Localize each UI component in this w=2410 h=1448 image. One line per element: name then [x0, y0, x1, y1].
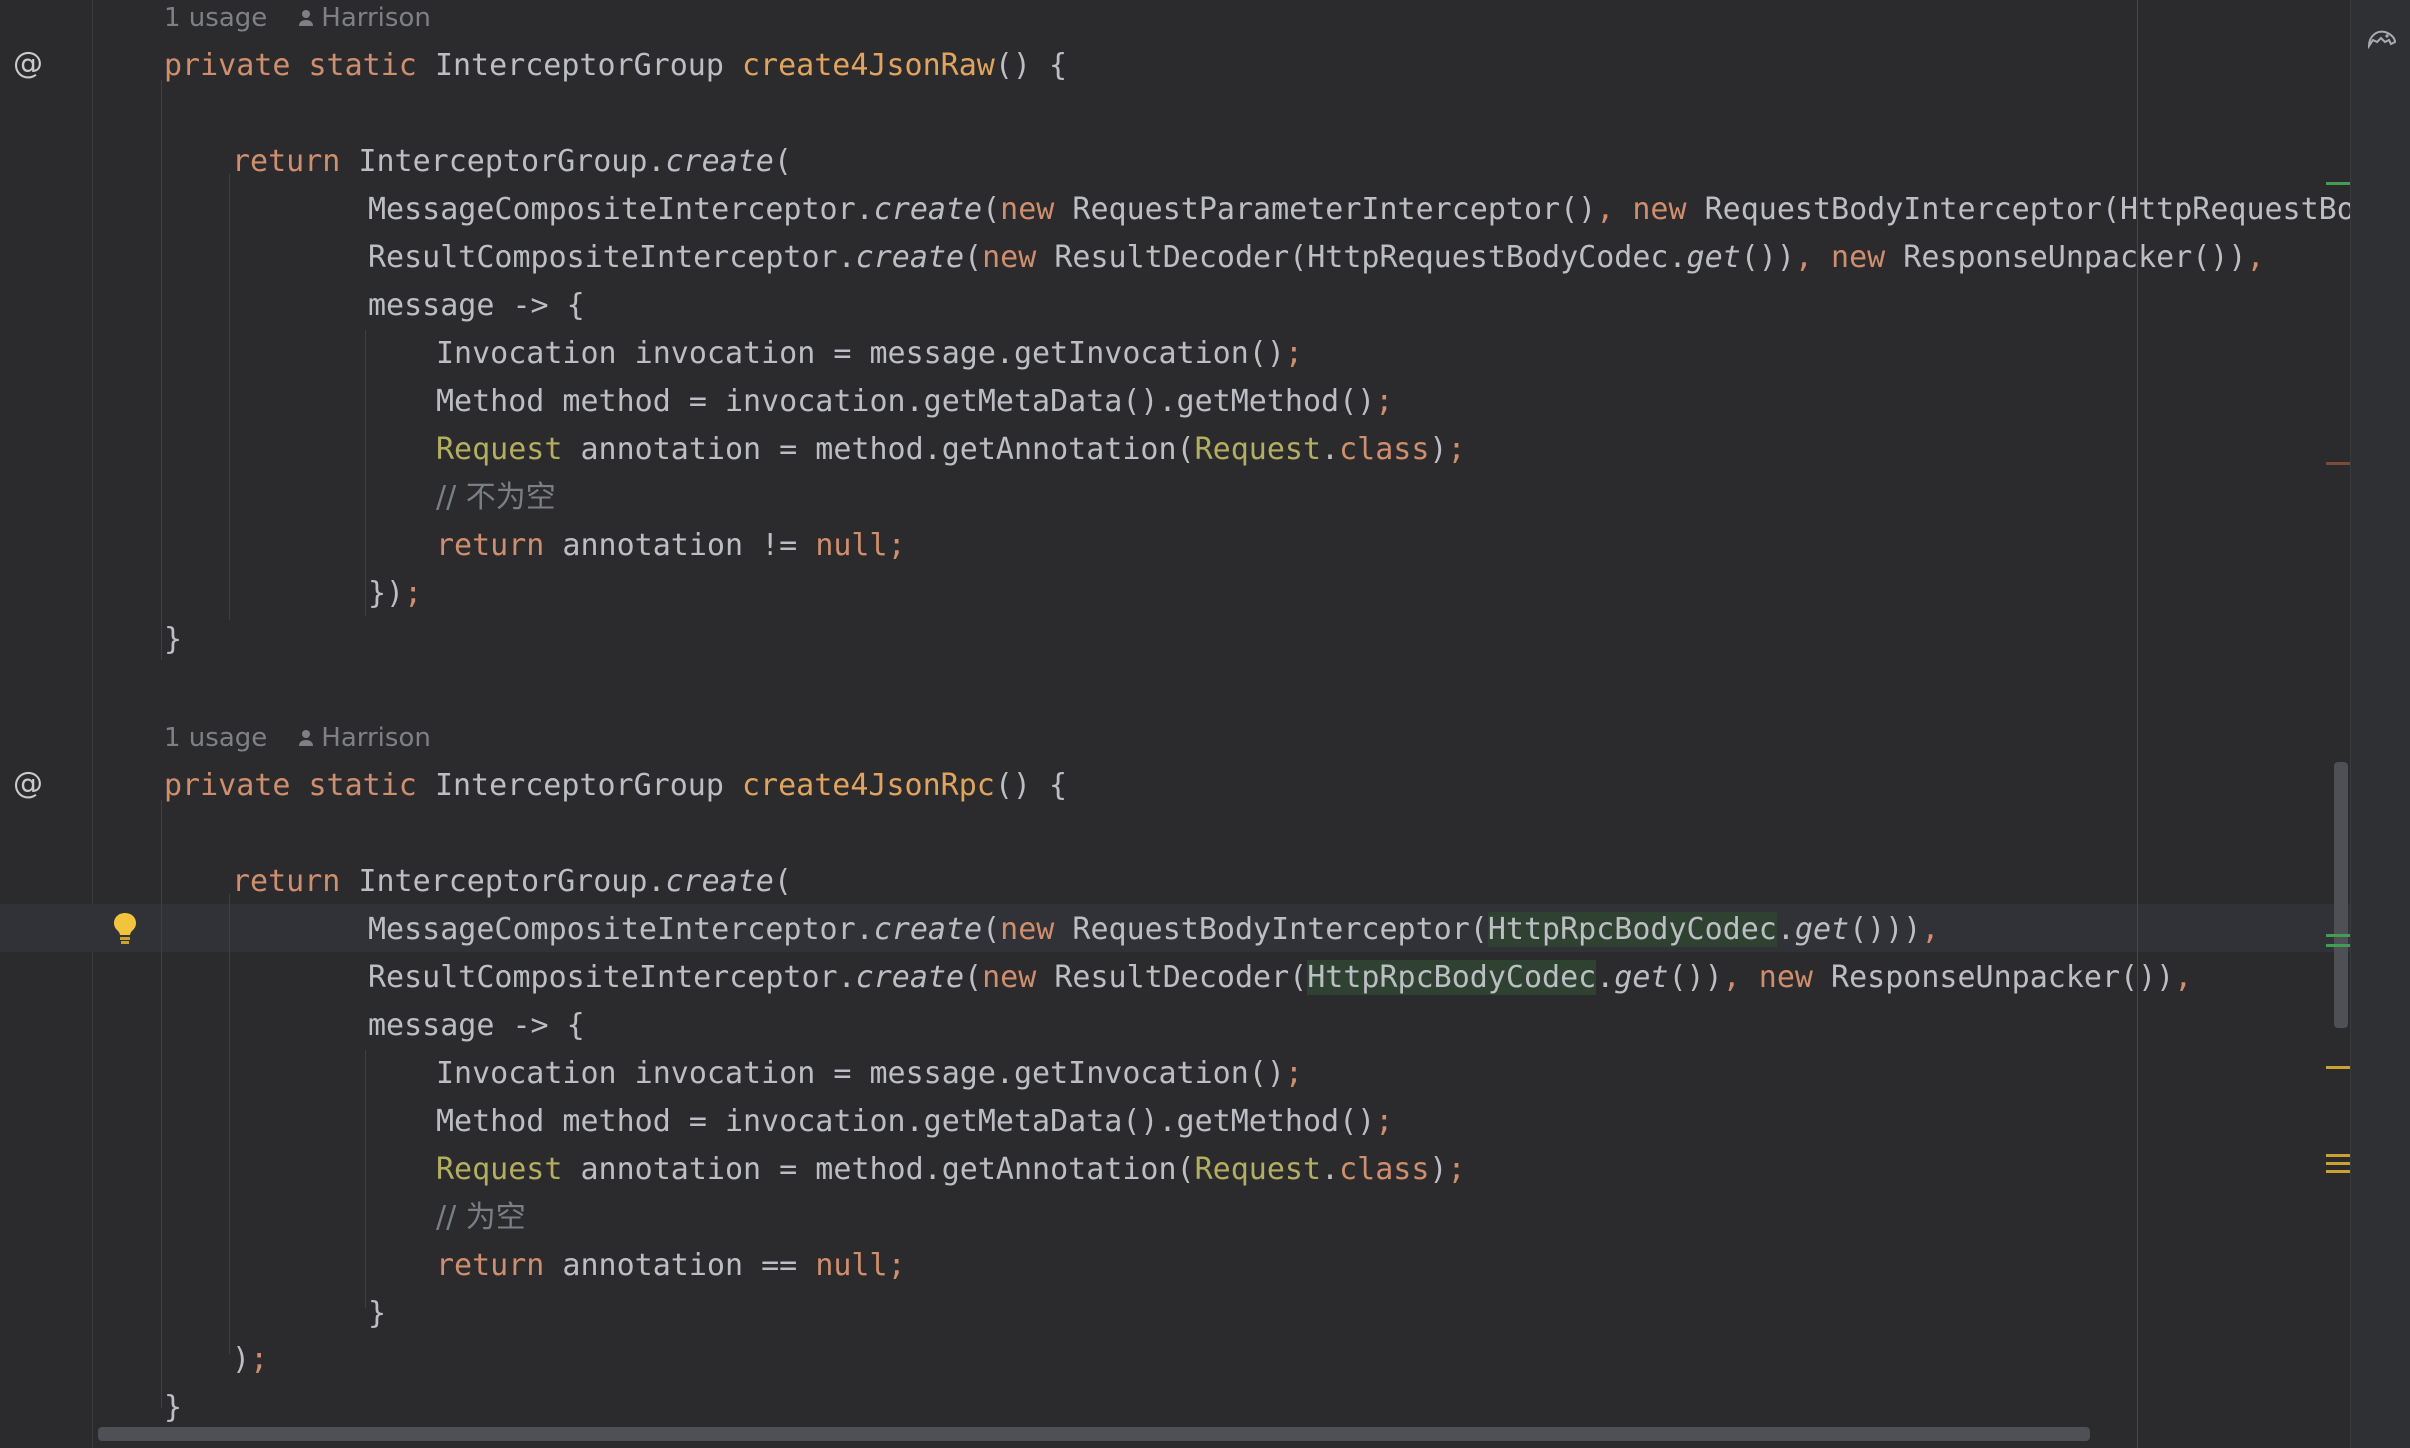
user-icon — [299, 730, 314, 746]
code-vision-hint[interactable]: 1 usage Harrison — [164, 0, 431, 36]
override-at-icon[interactable]: @ — [10, 766, 46, 802]
indent-guide — [229, 174, 230, 620]
code-line[interactable]: private static InterceptorGroup create4J… — [164, 42, 1067, 90]
code-line[interactable]: Request annotation = method.getAnnotatio… — [436, 1146, 1466, 1194]
code-vision-hint[interactable]: 1 usage Harrison — [164, 720, 431, 756]
code-line[interactable]: } — [164, 1384, 182, 1432]
vertical-scrollbar[interactable] — [2334, 762, 2348, 1028]
warning-marker[interactable] — [2326, 462, 2352, 465]
indent-guide — [365, 330, 366, 616]
warning-marker[interactable] — [2326, 1154, 2352, 1157]
warning-marker[interactable] — [2326, 1066, 2352, 1069]
code-line[interactable]: return annotation != null; — [436, 522, 906, 570]
code-line[interactable]: }); — [368, 570, 422, 618]
code-line[interactable]: Request annotation = method.getAnnotatio… — [436, 426, 1466, 474]
code-line[interactable]: return annotation == null; — [436, 1242, 906, 1290]
warning-marker[interactable] — [2326, 1162, 2352, 1165]
warning-marker[interactable] — [2326, 1170, 2352, 1173]
code-line[interactable]: MessageCompositeInterceptor.create(new R… — [368, 186, 2350, 234]
code-line[interactable]: ); — [232, 1336, 268, 1384]
code-line[interactable]: } — [164, 616, 182, 664]
code-line[interactable]: private static InterceptorGroup create4J… — [164, 762, 1067, 810]
indent-guide — [229, 894, 230, 1354]
lightbulb-icon[interactable] — [110, 910, 140, 946]
right-margin-guide — [2137, 0, 2138, 1448]
code-line[interactable]: return InterceptorGroup.create( — [232, 138, 792, 186]
change-marker[interactable] — [2326, 944, 2352, 947]
code-line[interactable]: ResultCompositeInterceptor.create(new Re… — [368, 954, 2192, 1002]
usage-highlight: HttpRpcBodyCodec — [1307, 960, 1597, 995]
horizontal-scrollbar[interactable] — [98, 1427, 2090, 1441]
right-tool-strip — [2350, 0, 2410, 1448]
usages-count[interactable]: 1 usage — [164, 3, 267, 33]
change-marker[interactable] — [2326, 182, 2352, 185]
indent-guide — [161, 800, 162, 1408]
code-editor[interactable]: 1 usage Harrison private static Intercept… — [92, 0, 2350, 1448]
code-line[interactable]: Invocation invocation = message.getInvoc… — [436, 1050, 1303, 1098]
ai-assistant-icon[interactable] — [2365, 24, 2399, 54]
code-comment[interactable]: // 不为空 — [436, 474, 556, 522]
code-line[interactable]: Method method = invocation.getMetaData()… — [436, 1098, 1393, 1146]
code-line[interactable]: message -> { — [368, 282, 585, 330]
usages-count[interactable]: 1 usage — [164, 723, 267, 753]
indent-guide — [161, 80, 162, 660]
code-line[interactable]: Invocation invocation = message.getInvoc… — [436, 330, 1303, 378]
code-line[interactable]: message -> { — [368, 1002, 585, 1050]
override-at-icon[interactable]: @ — [10, 46, 46, 82]
code-line[interactable]: MessageCompositeInterceptor.create(new R… — [368, 906, 1939, 954]
editor-gutter: @ @ — [0, 0, 93, 1448]
change-marker[interactable] — [2326, 934, 2352, 937]
code-comment[interactable]: // 为空 — [436, 1194, 526, 1242]
code-line[interactable]: return InterceptorGroup.create( — [232, 858, 792, 906]
indent-guide — [365, 1050, 366, 1308]
code-line[interactable]: Method method = invocation.getMetaData()… — [436, 378, 1393, 426]
author-name[interactable]: Harrison — [321, 723, 431, 753]
user-icon — [299, 10, 314, 26]
usage-highlight: HttpRpcBodyCodec — [1487, 912, 1777, 947]
code-line[interactable]: } — [368, 1290, 386, 1338]
code-line[interactable]: ResultCompositeInterceptor.create(new Re… — [368, 234, 2265, 282]
author-name[interactable]: Harrison — [321, 3, 431, 33]
